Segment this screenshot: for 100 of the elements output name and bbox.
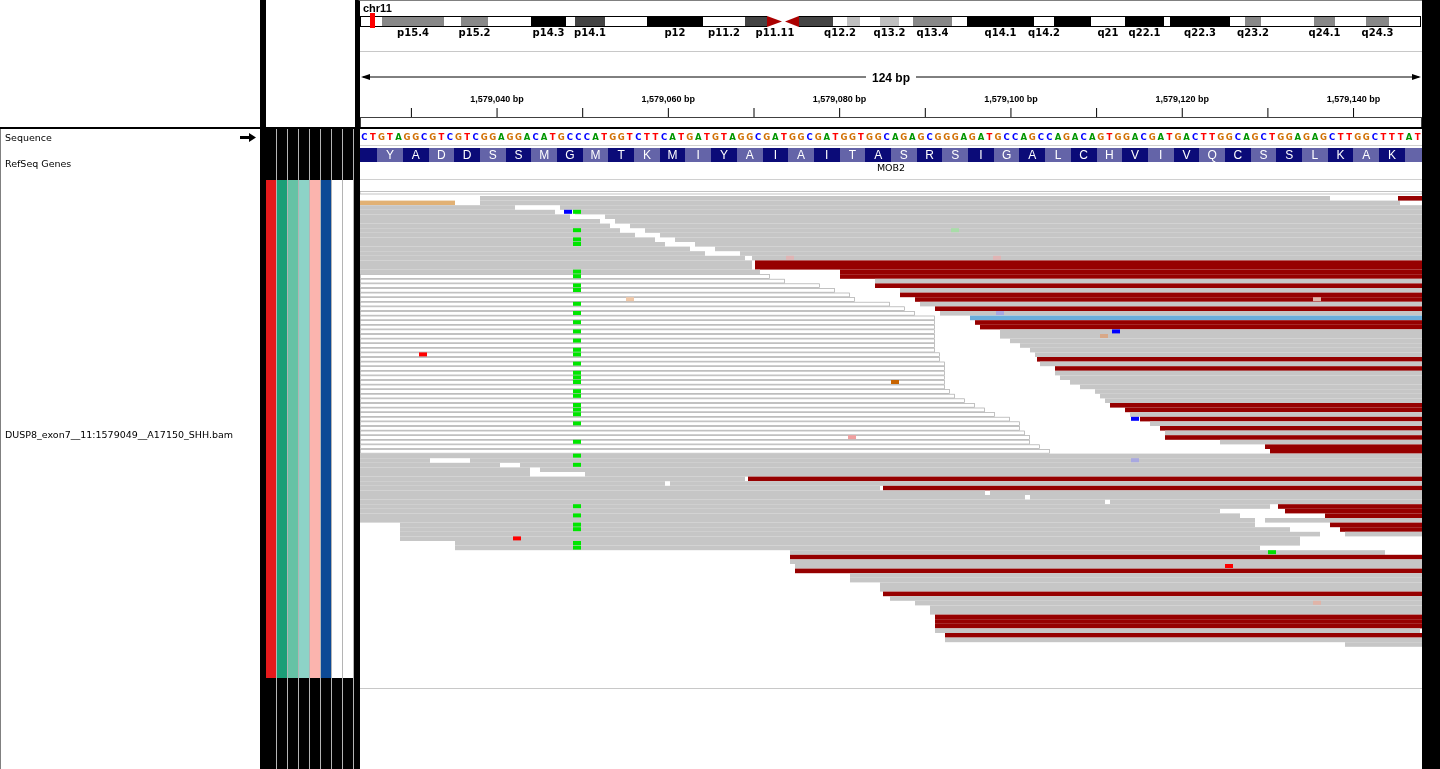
base-letter: C xyxy=(1259,131,1268,143)
amino-acid: M xyxy=(531,148,557,162)
band-label: q22.1 xyxy=(1128,27,1161,38)
band-label: p11.2 xyxy=(708,27,740,38)
amino-acid: A xyxy=(736,148,763,162)
base-letter: G xyxy=(1362,131,1371,143)
ruler-tick-label: 1,579,080 bp xyxy=(812,94,867,104)
base-letter: A xyxy=(694,131,703,143)
base-letter: T xyxy=(463,131,471,143)
base-letter: C xyxy=(1002,131,1011,143)
amino-acid: D xyxy=(454,148,480,162)
base-letter: T xyxy=(1379,131,1388,143)
base-letter: G xyxy=(762,131,772,143)
base-letter: G xyxy=(505,131,515,143)
base-letter: T xyxy=(651,131,660,143)
base-letter: C xyxy=(582,131,592,143)
base-letter: A xyxy=(522,131,532,143)
base-letter: C xyxy=(659,131,669,143)
base-letter: G xyxy=(685,131,694,143)
amino-acid: T xyxy=(839,148,866,162)
amino-acid: K xyxy=(1379,148,1405,162)
base-letter: G xyxy=(1225,131,1234,143)
chromosome-band xyxy=(1090,16,1126,27)
base-letter: G xyxy=(1122,131,1131,143)
track-name[interactable]: Sequence xyxy=(5,132,52,143)
amino-acid: C xyxy=(1070,148,1097,162)
amino-acid: L xyxy=(1045,148,1071,162)
base-letter: T xyxy=(702,131,711,143)
chromosome-band xyxy=(879,16,900,27)
base-letter: T xyxy=(720,131,728,143)
base-letter: C xyxy=(531,131,540,143)
amino-acid: S xyxy=(479,148,506,162)
band-label: q23.2 xyxy=(1237,27,1269,38)
base-letter: C xyxy=(805,131,814,143)
amino-acid: D xyxy=(428,148,455,162)
base-letter: C xyxy=(1233,131,1242,143)
base-letter: A xyxy=(1182,131,1191,143)
base-letter: A xyxy=(1242,131,1251,143)
base-letter: T xyxy=(1199,131,1208,143)
base-letter: A xyxy=(1130,131,1140,143)
base-letter: G xyxy=(1147,131,1157,143)
base-letter: A xyxy=(1070,131,1080,143)
base-letter: G xyxy=(968,131,977,143)
amino-acid: A xyxy=(788,148,814,162)
amino-acid: Q xyxy=(1199,148,1225,162)
amino-acid: I xyxy=(685,148,712,162)
base-letter: T xyxy=(368,131,377,143)
base-letter: A xyxy=(1293,131,1303,143)
base-letter: T xyxy=(1388,131,1396,143)
amino-acid: V xyxy=(1173,148,1200,162)
track-name[interactable]: DUSP8_exon7__11:1579049__A17150_SHH.bam xyxy=(5,429,234,440)
centromere-band xyxy=(767,16,782,27)
band-label: q24.3 xyxy=(1361,27,1394,38)
base-letter: C xyxy=(360,131,369,143)
base-letter: A xyxy=(959,131,969,143)
base-letter: T xyxy=(643,131,651,143)
base-letter: G xyxy=(428,131,438,143)
base-letter: A xyxy=(771,131,780,143)
base-letter: G xyxy=(556,131,566,143)
ruler-tick-label: 1,579,100 bp xyxy=(984,94,1038,104)
base-letter: C xyxy=(420,131,429,143)
ruler-tick-label: 1,579,040 bp xyxy=(470,94,524,104)
amino-acid: K xyxy=(1327,148,1354,162)
chromosome-band xyxy=(1365,16,1390,27)
base-letter: G xyxy=(873,131,883,143)
base-letter: G xyxy=(916,131,926,143)
base-letter: G xyxy=(1276,131,1285,143)
amino-acid: R xyxy=(916,148,943,162)
base-letter: G xyxy=(942,131,951,143)
base-letter: G xyxy=(788,131,797,143)
amino-acid: Y xyxy=(711,148,737,162)
base-letter: A xyxy=(591,131,600,143)
centromere-band xyxy=(785,16,799,27)
base-letter: G xyxy=(1353,131,1363,143)
base-letter: C xyxy=(1045,131,1054,143)
band-label: q13.4 xyxy=(916,27,949,38)
base-letter: C xyxy=(634,131,643,143)
track-name[interactable]: RefSeq Genes xyxy=(5,157,72,169)
gene-label: MOB2 xyxy=(876,162,906,173)
current-region-marker xyxy=(370,13,375,28)
base-letter: G xyxy=(616,131,626,143)
amino-acid: A xyxy=(1019,148,1046,162)
band-label: p11.11 xyxy=(755,27,795,38)
band-label: q22.3 xyxy=(1184,27,1216,38)
base-letter: G xyxy=(1319,131,1328,143)
base-letter: A xyxy=(908,131,917,143)
base-letter: G xyxy=(848,131,857,143)
arrow-right-icon[interactable] xyxy=(240,133,256,142)
ruler-tick-label: 1,579,140 bp xyxy=(1326,94,1381,104)
base-letter: C xyxy=(1139,131,1148,143)
base-letter: T xyxy=(386,131,394,143)
base-letter: G xyxy=(745,131,754,143)
amino-acid: K xyxy=(634,148,660,162)
base-letter: T xyxy=(437,131,446,143)
base-letter: G xyxy=(488,131,498,143)
band-label: p14.3 xyxy=(532,27,565,38)
base-letter: G xyxy=(711,131,720,143)
base-letter: T xyxy=(1208,131,1217,143)
base-letter: T xyxy=(677,131,686,143)
amino-acid: M xyxy=(659,148,686,162)
